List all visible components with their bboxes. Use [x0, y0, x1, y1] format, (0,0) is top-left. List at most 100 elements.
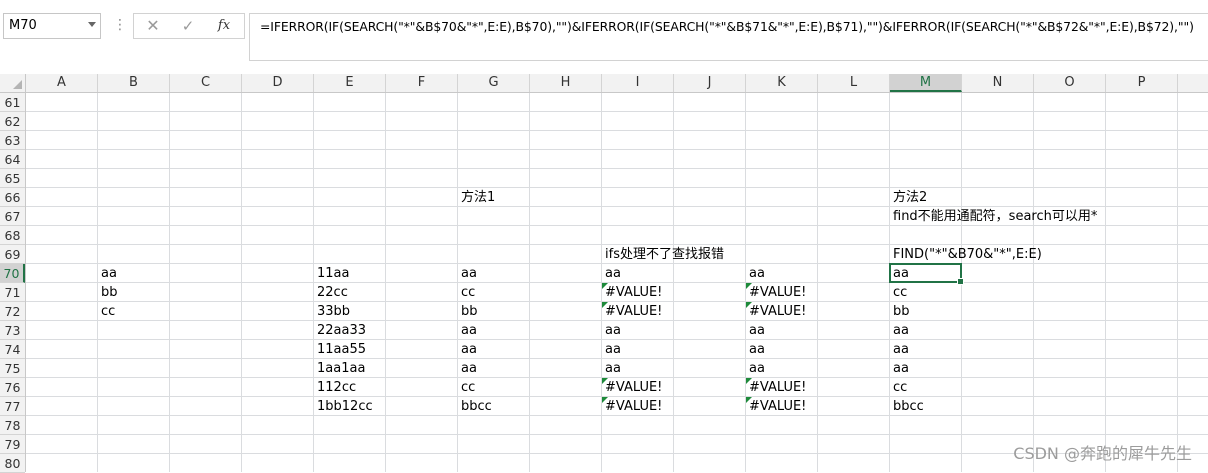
formula-text[interactable]: =IFERROR(IF(SEARCH("*"&B$70&"*",E:E),B$7…	[260, 19, 1194, 34]
insert-function-icon[interactable]: fx	[211, 16, 237, 36]
row-header-76[interactable]: 76	[0, 378, 25, 397]
row-header-78[interactable]: 78	[0, 416, 25, 435]
cell-i74[interactable]: aa	[602, 340, 621, 359]
cell-e70[interactable]: 11aa	[314, 264, 349, 283]
cell-e74[interactable]: 11aa55	[314, 340, 366, 359]
row-headers: 61 62 63 64 65 66 67 68 69 70 71 72 73 74 75 76 77 78 79 80	[0, 93, 26, 473]
cell-e77[interactable]: 1bb12cc	[314, 397, 373, 416]
cell-i75[interactable]: aa	[602, 359, 621, 378]
row-header-80[interactable]: 80	[0, 454, 25, 473]
select-all-icon[interactable]	[13, 80, 22, 89]
name-box[interactable]: M70	[3, 13, 101, 39]
cell-g75[interactable]: aa	[458, 359, 477, 378]
cell-k70[interactable]: aa	[746, 264, 765, 283]
cell-g76[interactable]: cc	[458, 378, 475, 397]
row-header-73[interactable]: 73	[0, 321, 25, 340]
column-header-m[interactable]: M	[890, 74, 962, 92]
cell-k76[interactable]: #VALUE!	[746, 378, 806, 397]
cell-m66[interactable]: 方法2	[890, 188, 927, 207]
row-header-77[interactable]: 77	[0, 397, 25, 416]
row-header-70[interactable]: 70	[0, 264, 25, 283]
cell-e76[interactable]: 112cc	[314, 378, 356, 397]
row-header-61[interactable]: 61	[0, 93, 25, 112]
cell-g66[interactable]: 方法1	[458, 188, 495, 207]
cell-i71[interactable]: #VALUE!	[602, 283, 662, 302]
cell-m72[interactable]: bb	[890, 302, 910, 321]
cell-m77[interactable]: bbcc	[890, 397, 924, 416]
column-header-b[interactable]: B	[98, 74, 170, 92]
column-header-a[interactable]: A	[26, 74, 98, 92]
column-header-j[interactable]: J	[674, 74, 746, 92]
cell-i72[interactable]: #VALUE!	[602, 302, 662, 321]
column-header-next[interactable]	[1178, 74, 1208, 92]
cell-e71[interactable]: 22cc	[314, 283, 348, 302]
cell-b72[interactable]: cc	[98, 302, 115, 321]
column-header-o[interactable]: O	[1034, 74, 1106, 92]
cell-i77[interactable]: #VALUE!	[602, 397, 662, 416]
chevron-down-icon[interactable]	[88, 22, 96, 27]
cell-m74[interactable]: aa	[890, 340, 909, 359]
row-header-71[interactable]: 71	[0, 283, 25, 302]
cell-e72[interactable]: 33bb	[314, 302, 350, 321]
row-header-69[interactable]: 69	[0, 245, 25, 264]
name-box-value[interactable]: M70	[9, 18, 37, 33]
cell-i76[interactable]: #VALUE!	[602, 378, 662, 397]
column-header-k[interactable]: K	[746, 74, 818, 92]
cell-m67[interactable]: find不能用通配符，search可以用*	[890, 207, 1097, 226]
cell-e75[interactable]: 1aa1aa	[314, 359, 365, 378]
cell-b71[interactable]: bb	[98, 283, 118, 302]
cell-g71[interactable]: cc	[458, 283, 475, 302]
cell-grid[interactable]: 方法1 方法2 find不能用通配符，search可以用* ifs处理不了查找报错 FI…	[26, 93, 1208, 472]
row-header-79[interactable]: 79	[0, 435, 25, 454]
row-header-63[interactable]: 63	[0, 131, 25, 150]
row-header-75[interactable]: 75	[0, 359, 25, 378]
cell-k75[interactable]: aa	[746, 359, 765, 378]
cell-m76[interactable]: cc	[890, 378, 907, 397]
row-header-72[interactable]: 72	[0, 302, 25, 321]
column-header-i[interactable]: I	[602, 74, 674, 92]
cell-m69[interactable]: FIND("*"&B70&"*",E:E)	[890, 245, 1042, 264]
cell-g70[interactable]: aa	[458, 264, 477, 283]
row-header-68[interactable]: 68	[0, 226, 25, 245]
row-header-62[interactable]: 62	[0, 112, 25, 131]
cell-k71[interactable]: #VALUE!	[746, 283, 806, 302]
cell-k74[interactable]: aa	[746, 340, 765, 359]
cell-k77[interactable]: #VALUE!	[746, 397, 806, 416]
row-header-67[interactable]: 67	[0, 207, 25, 226]
cell-m71[interactable]: cc	[890, 283, 907, 302]
cell-g77[interactable]: bbcc	[458, 397, 492, 416]
cell-i73[interactable]: aa	[602, 321, 621, 340]
row-header-64[interactable]: 64	[0, 150, 25, 169]
column-header-l[interactable]: L	[818, 74, 890, 92]
column-header-n[interactable]: N	[962, 74, 1034, 92]
column-header-e[interactable]: E	[314, 74, 386, 92]
cancel-icon[interactable]: ✕	[140, 16, 166, 36]
cell-i70[interactable]: aa	[602, 264, 621, 283]
column-header-f[interactable]: F	[386, 74, 458, 92]
formula-buttons: ✕ ✓ fx	[133, 13, 245, 39]
column-header-p[interactable]: P	[1106, 74, 1178, 92]
row-header-65[interactable]: 65	[0, 169, 25, 188]
cell-g73[interactable]: aa	[458, 321, 477, 340]
fill-handle[interactable]	[957, 278, 964, 285]
row-header-74[interactable]: 74	[0, 340, 25, 359]
cell-k72[interactable]: #VALUE!	[746, 302, 806, 321]
cell-m70[interactable]: aa	[890, 264, 909, 283]
formula-input[interactable]: =IFERROR(IF(SEARCH("*"&B$70&"*",E:E),B$7…	[249, 13, 1208, 61]
cell-g72[interactable]: bb	[458, 302, 478, 321]
cell-m75[interactable]: aa	[890, 359, 909, 378]
row-header-66[interactable]: 66	[0, 188, 25, 207]
select-all-button[interactable]	[0, 74, 26, 92]
cell-m73[interactable]: aa	[890, 321, 909, 340]
column-header-g[interactable]: G	[458, 74, 530, 92]
cell-i69[interactable]: ifs处理不了查找报错	[602, 245, 724, 264]
cell-e73[interactable]: 22aa33	[314, 321, 366, 340]
column-header-h[interactable]: H	[530, 74, 602, 92]
cell-k73[interactable]: aa	[746, 321, 765, 340]
column-header-d[interactable]: D	[242, 74, 314, 92]
column-header-c[interactable]: C	[170, 74, 242, 92]
cell-g74[interactable]: aa	[458, 340, 477, 359]
cell-b70[interactable]: aa	[98, 264, 117, 283]
vertical-dots-icon[interactable]: ⋮	[113, 15, 127, 35]
enter-check-icon[interactable]: ✓	[175, 16, 201, 36]
